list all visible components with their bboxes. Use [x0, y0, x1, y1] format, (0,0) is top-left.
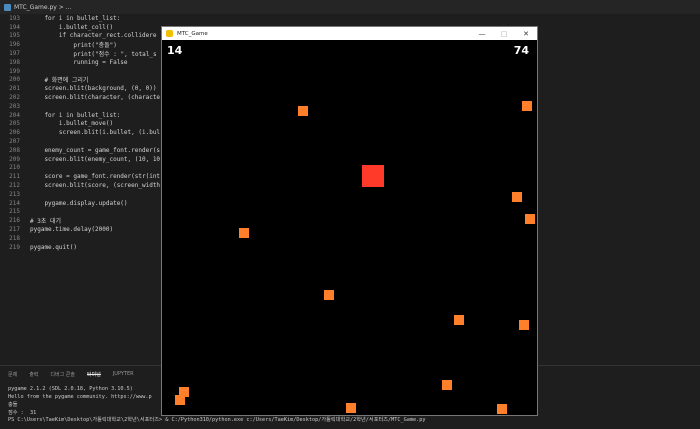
line-text: screen.blit(score, (screen_width: [30, 182, 161, 190]
bullet: [442, 380, 452, 390]
line-number: 206: [9, 129, 20, 137]
panel-tab[interactable]: 디버그 콘솔: [50, 371, 75, 378]
editor-tab-bar: MTC_Game.py > ...: [0, 0, 700, 14]
line-text: print("충돌"): [30, 42, 117, 50]
line-text: for i in bullet_list:: [30, 14, 121, 22]
line-number: 212: [9, 182, 20, 190]
bullet: [175, 395, 185, 405]
bullet: [324, 290, 334, 300]
panel-tab[interactable]: 터미널: [87, 371, 101, 378]
line-text: pygame.quit(): [30, 243, 77, 251]
line-number: 194: [9, 23, 20, 31]
python-file-icon: [4, 3, 11, 11]
bullet: [298, 106, 308, 116]
game-window[interactable]: MTC_Game — □ ✕ 14 74: [161, 26, 538, 416]
line-number: 205: [9, 120, 20, 128]
enemy-count: 14: [167, 44, 183, 57]
line-number: 214: [9, 199, 20, 207]
pygame-app-icon: [166, 30, 173, 37]
line-text: screen.blit(enemy_count, (10, 10: [30, 155, 161, 163]
line-text: print("점수 : ", total_s: [30, 51, 157, 59]
bullet: [525, 214, 535, 224]
line-number: 196: [9, 41, 20, 49]
bullet: [522, 101, 532, 111]
line-number: 204: [9, 111, 20, 119]
line-text: running = False: [30, 58, 128, 66]
bullet: [346, 403, 356, 413]
maximize-button[interactable]: □: [493, 27, 515, 40]
game-titlebar[interactable]: MTC_Game — □ ✕: [162, 27, 537, 40]
line-number: 219: [9, 243, 20, 251]
line-number: 202: [9, 94, 20, 102]
line-number: 213: [9, 190, 20, 198]
line-number: 211: [9, 173, 20, 181]
panel-tab[interactable]: 출력: [29, 371, 38, 378]
line-number: 216: [9, 217, 20, 225]
score: 74: [513, 44, 529, 57]
player-character: [362, 165, 384, 187]
line-text: pygame.time.delay(2000): [30, 226, 114, 234]
line-text: if character_rect.collidere: [30, 32, 157, 40]
line-text: i.bullet_move(): [30, 120, 114, 128]
close-button[interactable]: ✕: [515, 27, 537, 40]
line-text: for i in bullet_list:: [30, 111, 121, 119]
line-number: 197: [9, 50, 20, 58]
line-text: screen.blit(i.bullet, (i.bul: [30, 129, 161, 137]
bullet: [519, 320, 529, 330]
code-line[interactable]: 193 for i in bullet_list:: [0, 14, 700, 23]
panel-tab[interactable]: JUPYTER: [113, 371, 134, 377]
line-number: 209: [9, 155, 20, 163]
line-number: 210: [9, 164, 20, 172]
bullet: [239, 228, 249, 238]
window-title: MTC_Game: [177, 30, 208, 37]
line-text: enemy_count = game_font.render(s: [30, 146, 161, 154]
line-number: 193: [9, 14, 20, 22]
line-number: 218: [9, 234, 20, 242]
bullet: [497, 404, 507, 414]
game-canvas[interactable]: 14 74: [162, 40, 537, 415]
line-number: 201: [9, 85, 20, 93]
line-text: screen.blit(character, (characte: [30, 94, 161, 102]
line-text: # 화면에 그리기: [30, 77, 89, 85]
line-number: 198: [9, 58, 20, 66]
terminal-line: PS C:\Users\TaeKim\Desktop\가톨릭대학교\2학년\서포…: [8, 417, 426, 423]
panel-tab[interactable]: 문제: [8, 371, 17, 378]
bullet: [454, 315, 464, 325]
line-number: 215: [9, 208, 20, 216]
line-text: score = game_font.render(str(int: [30, 173, 161, 181]
line-number: 199: [9, 67, 20, 75]
line-text: screen.blit(background, (0, 0)): [30, 85, 157, 93]
minimize-button[interactable]: —: [471, 27, 493, 40]
line-text: i.bullet_coll(): [30, 23, 114, 31]
line-number: 207: [9, 138, 20, 146]
line-text: # 3초 대기: [30, 218, 62, 226]
line-number: 195: [9, 32, 20, 40]
line-text: pygame.display.update(): [30, 199, 128, 207]
bullet: [512, 192, 522, 202]
editor-tab-label[interactable]: MTC_Game.py > ...: [14, 4, 71, 11]
line-number: 208: [9, 146, 20, 154]
line-number: 203: [9, 102, 20, 110]
line-number: 217: [9, 226, 20, 234]
line-number: 200: [9, 76, 20, 84]
